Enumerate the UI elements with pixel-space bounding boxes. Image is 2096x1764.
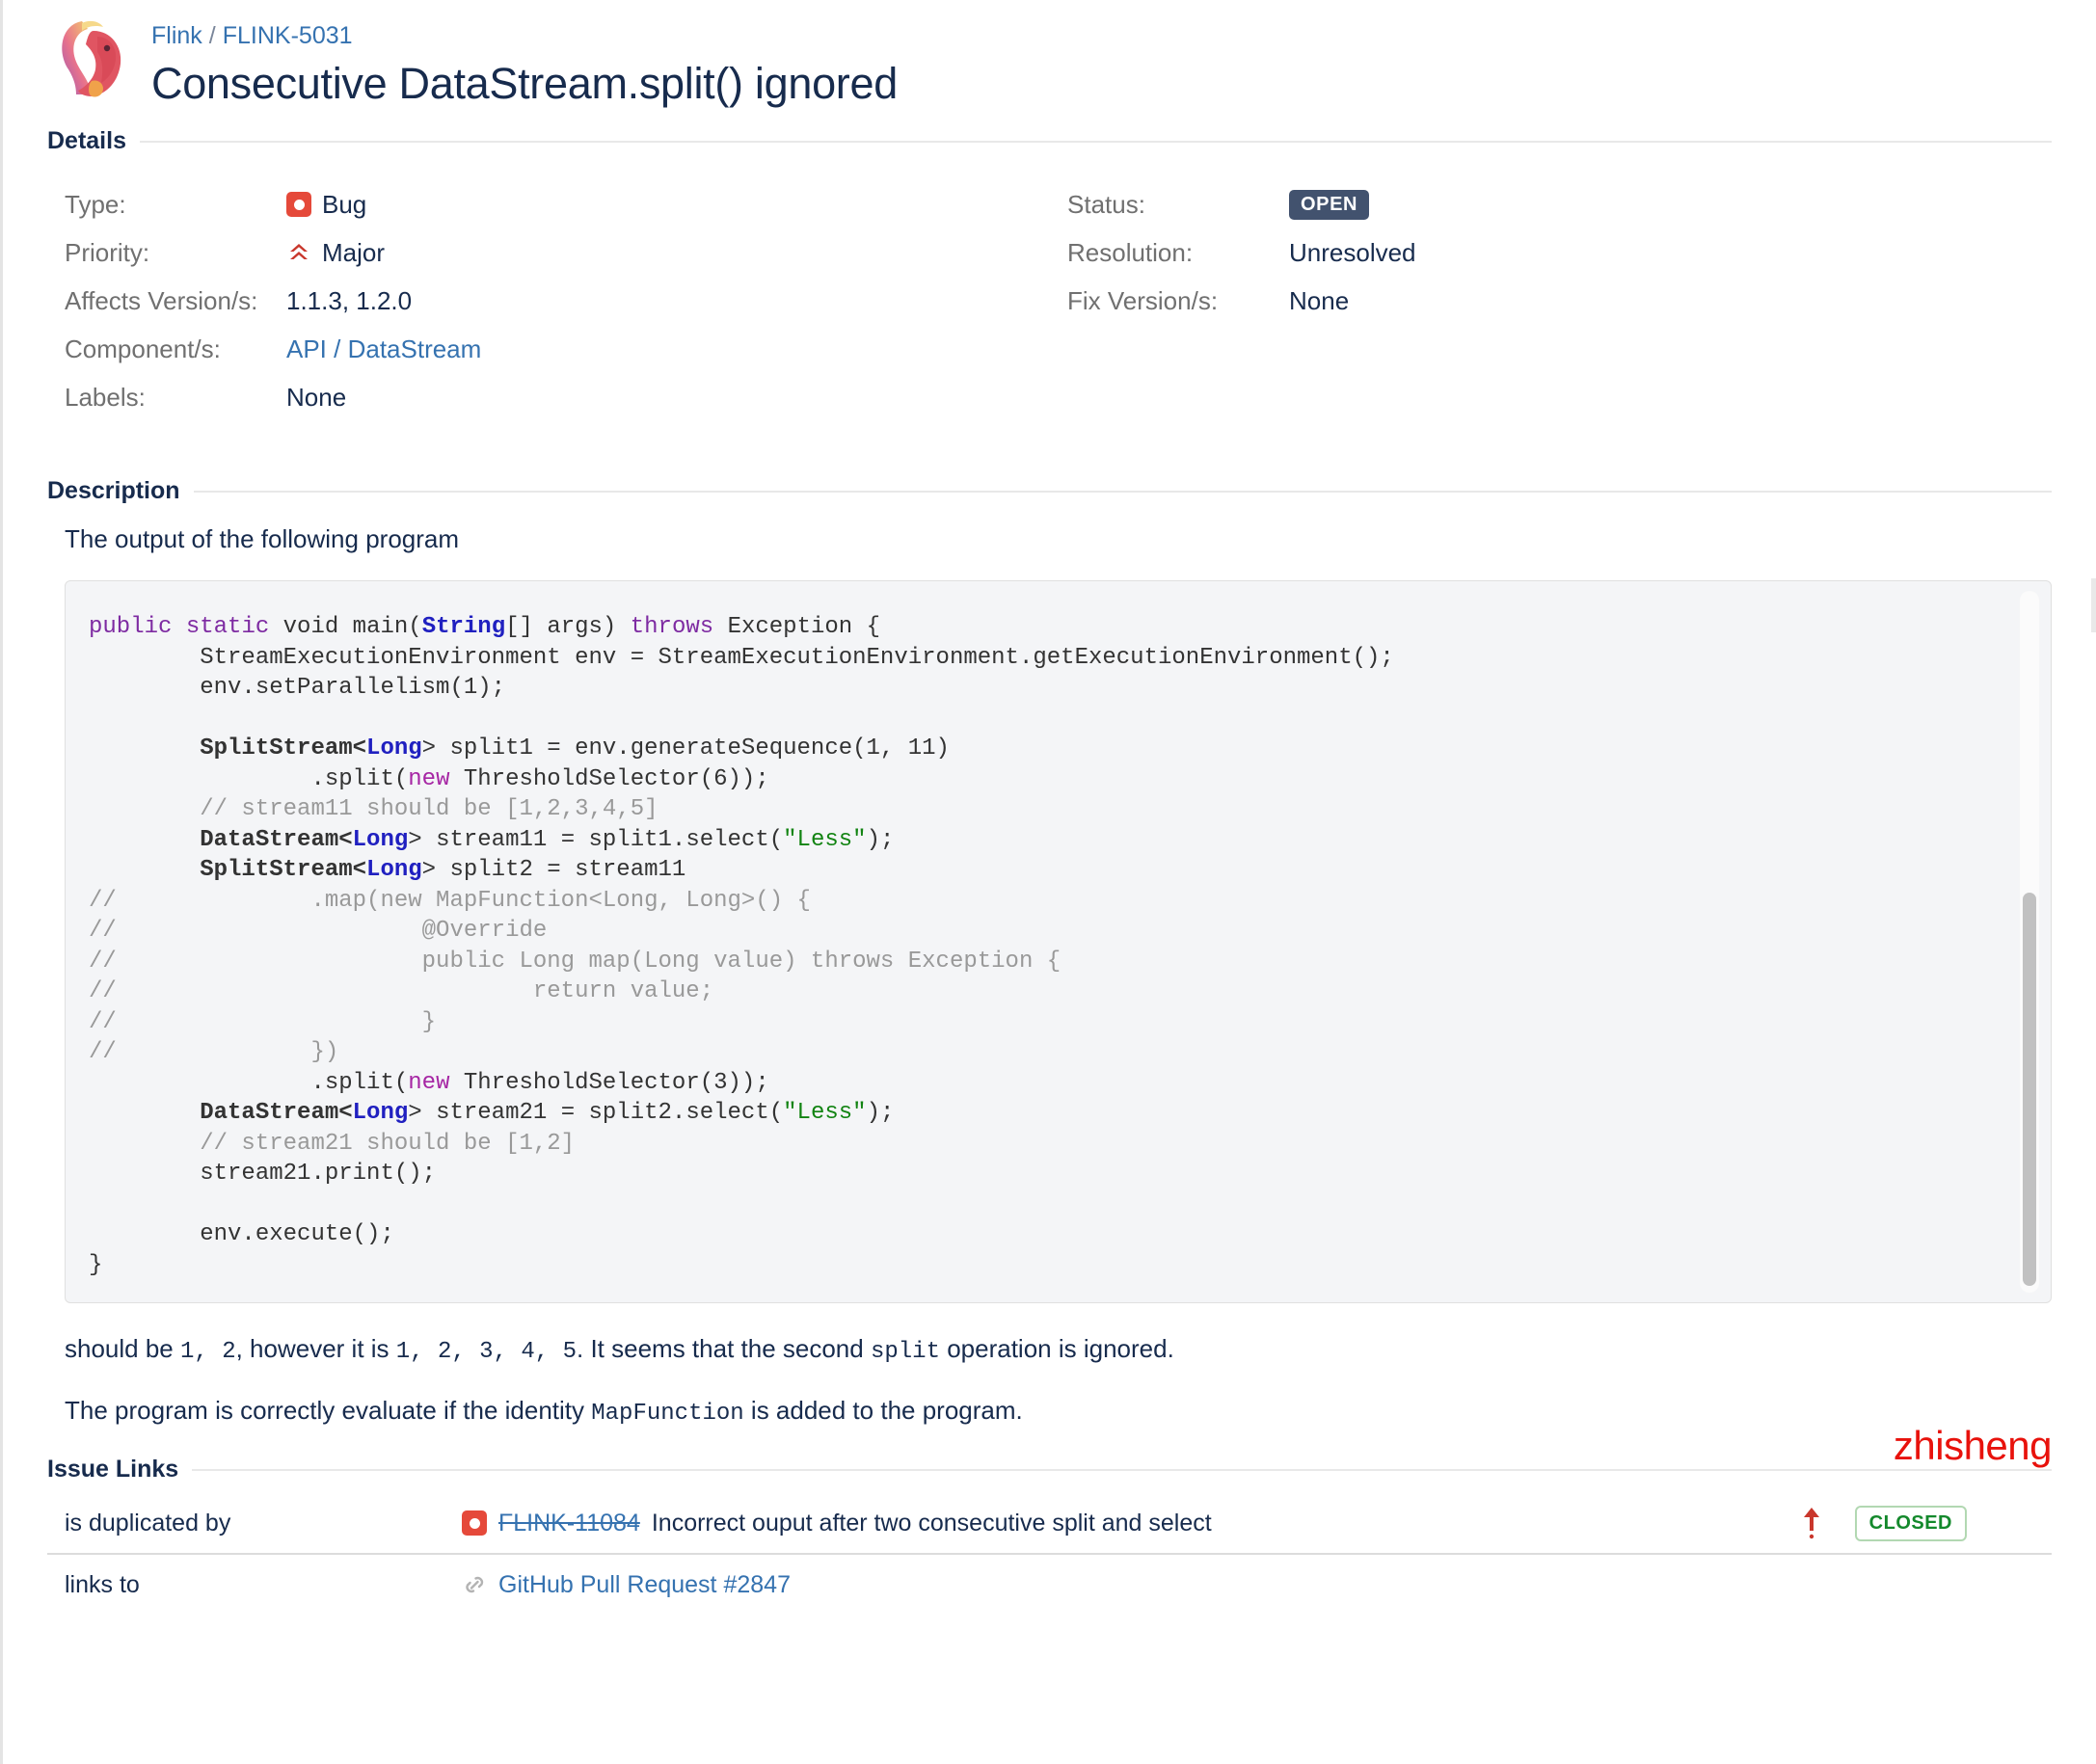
text-run: operation is ignored. — [939, 1334, 1174, 1363]
description-heading: Description — [47, 477, 180, 504]
right-edge-artifact — [2091, 578, 2096, 632]
details-grid: Type: Bug Priority: Major Affects Versio… — [47, 180, 2052, 421]
details-divider — [139, 140, 2052, 143]
code-content: public static void main(String[] args) t… — [89, 614, 1394, 1278]
detail-label-type: Type: — [65, 189, 126, 219]
description-section: Description The output of the following … — [3, 477, 2096, 1430]
description-paragraph-1: should be 1, 2, however it is 1, 2, 3, 4… — [65, 1332, 2052, 1369]
component-link[interactable]: API / DataStream — [286, 334, 481, 364]
code-scrollbar[interactable] — [2020, 591, 2039, 1293]
detail-value-type: Bug — [286, 190, 366, 220]
inline-code: split — [870, 1339, 940, 1365]
text-run: . It seems that the second — [577, 1334, 871, 1363]
detail-row-fix-version: Fix Version/s: None — [1067, 277, 1416, 325]
text-run: , however it is — [235, 1334, 396, 1363]
issue-link-type-label: is duplicated by — [65, 1509, 231, 1537]
issue-links-heading-wrap: zhisheng Issue Links — [47, 1423, 2053, 1483]
issue-link-main: FLINK-11084 Incorrect ouput after two co… — [462, 1510, 1801, 1537]
details-section: Details Type: Bug Priority: Major Affect… — [3, 127, 2096, 421]
watermark: zhisheng — [1893, 1423, 2053, 1468]
header-text-block: Flink / FLINK-5031 Consecutive DataStream.… — [151, 13, 898, 110]
issue-links-heading: Issue Links — [47, 1456, 179, 1483]
inline-code: MapFunction — [591, 1401, 744, 1427]
details-heading-row: Details — [47, 127, 2052, 155]
issue-link-row-links-to: links to GitHub Pull Request #2847 — [47, 1555, 2052, 1615]
detail-value-status: OPEN — [1289, 189, 1370, 220]
issue-link-key[interactable]: FLINK-11084 — [498, 1510, 640, 1537]
breadcrumb-separator: / — [208, 22, 216, 49]
inline-code: 1, 2, 3, 4, 5 — [395, 1339, 577, 1365]
issue-header: Flink / FLINK-5031 Consecutive DataStream.… — [3, 0, 2096, 127]
breadcrumb-project-link[interactable]: Flink — [151, 22, 202, 49]
issue-link-right: CLOSED — [1801, 1505, 2052, 1541]
issue-links-heading-row: Issue Links — [47, 1456, 2052, 1483]
link-chain-icon — [462, 1572, 487, 1597]
detail-row-labels: Labels: None — [65, 373, 1067, 421]
detail-row-priority: Priority: Major — [65, 228, 1067, 277]
detail-label-fix-version: Fix Version/s: — [1067, 285, 1219, 315]
description-body: The output of the following program publ… — [47, 522, 2052, 1430]
detail-row-affects-version: Affects Version/s: 1.1.3, 1.2.0 — [65, 277, 1067, 325]
text-run: The program is correctly evaluate if the… — [65, 1396, 592, 1425]
issue-link-main: GitHub Pull Request #2847 — [462, 1571, 1967, 1599]
description-intro: The output of the following program — [65, 524, 460, 553]
detail-value-affects-version: 1.1.3, 1.2.0 — [286, 285, 413, 315]
detail-value-fix-version: None — [1289, 285, 1350, 315]
code-block[interactable]: public static void main(String[] args) t… — [65, 580, 2052, 1303]
detail-value-type-text: Bug — [322, 189, 367, 219]
detail-label-status: Status: — [1067, 189, 1145, 219]
issue-link-key[interactable]: GitHub Pull Request #2847 — [498, 1571, 791, 1599]
details-right-column: Status: OPEN Resolution: Unresolved Fix … — [1067, 180, 1416, 421]
bug-icon — [462, 1510, 487, 1536]
details-heading: Details — [47, 127, 126, 154]
detail-value-priority: Major — [286, 238, 385, 268]
detail-value-resolution: Unresolved — [1289, 237, 1416, 267]
flink-squirrel-logo-icon — [47, 13, 136, 102]
issue-links-divider — [192, 1468, 2052, 1471]
breadcrumb-issue-key-link[interactable]: FLINK-5031 — [223, 22, 353, 49]
issue-link-type-label: links to — [65, 1570, 140, 1598]
priority-up-icon — [1801, 1506, 1822, 1540]
inline-code: 1, 2 — [179, 1339, 236, 1365]
status-badge[interactable]: OPEN — [1289, 189, 1370, 220]
text-run: is added to the program. — [743, 1396, 1023, 1425]
detail-label-labels: Labels: — [65, 382, 146, 412]
description-divider — [193, 490, 2052, 493]
detail-label-priority: Priority: — [65, 237, 150, 267]
status-badge[interactable]: CLOSED — [1854, 1505, 1967, 1541]
issue-link-summary: Incorrect ouput after two consecutive sp… — [651, 1509, 1212, 1537]
priority-major-icon — [286, 240, 311, 265]
detail-label-resolution: Resolution: — [1067, 237, 1194, 267]
detail-row-components: Component/s: API / DataStream — [65, 325, 1067, 373]
detail-row-status: Status: OPEN — [1067, 180, 1416, 228]
issue-links-section: zhisheng Issue Links is duplicated by FL… — [3, 1423, 2096, 1615]
detail-value-priority-text: Major — [322, 237, 386, 267]
bug-icon — [286, 192, 311, 217]
breadcrumb: Flink / FLINK-5031 — [151, 21, 898, 50]
detail-label-affects-version: Affects Version/s: — [65, 285, 258, 315]
detail-label-components: Component/s: — [65, 334, 221, 363]
detail-value-components: API / DataStream — [286, 334, 481, 364]
jira-issue-page: Flink / FLINK-5031 Consecutive DataStream.… — [0, 0, 2096, 1764]
code-scrollbar-thumb[interactable] — [2023, 893, 2036, 1286]
detail-row-resolution: Resolution: Unresolved — [1067, 228, 1416, 277]
detail-row-type: Type: Bug — [65, 180, 1067, 228]
text-run: should be — [65, 1334, 180, 1363]
details-left-column: Type: Bug Priority: Major Affects Versio… — [65, 180, 1067, 421]
detail-value-labels: None — [286, 382, 347, 412]
issue-link-row-duplicated: is duplicated by FLINK-11084 Incorrect o… — [47, 1493, 2052, 1555]
description-paragraph-2: The program is correctly evaluate if the… — [65, 1394, 2052, 1430]
description-heading-row: Description — [47, 477, 2052, 505]
page-title: Consecutive DataStream.split() ignored — [151, 59, 898, 108]
